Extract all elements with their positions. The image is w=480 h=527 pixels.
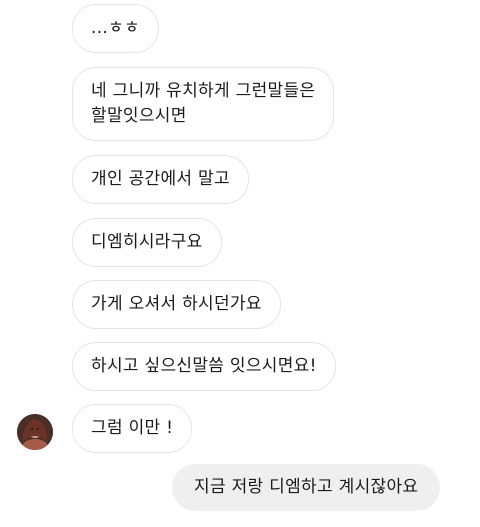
message-text: ...ㅎㅎ bbox=[91, 18, 140, 38]
message-bubble-incoming[interactable]: 개인 공간에서 말고 bbox=[72, 155, 249, 204]
message-bubble-incoming[interactable]: 하시고 싶으신말씀 잇으시면요! bbox=[72, 342, 336, 391]
message-bubble-incoming[interactable]: 네 그니까 유치하게 그런말들은 할말잇으시면 bbox=[72, 67, 335, 141]
message-text: 지금 저랑 디엠하고 계시잖아요 bbox=[194, 477, 419, 497]
message-text: 가게 오셔서 하시던가요 bbox=[91, 294, 262, 314]
message-text: 네 그니까 유치하게 그런말들은 bbox=[91, 81, 316, 101]
message-text: 할말잇으시면 bbox=[91, 106, 187, 126]
message-text: 그럼 이만 ! bbox=[91, 418, 174, 438]
avatar-icon bbox=[17, 414, 53, 450]
sender-avatar[interactable] bbox=[17, 414, 53, 450]
message-text: 개인 공간에서 말고 bbox=[91, 169, 230, 189]
message-bubble-incoming[interactable]: 가게 오셔서 하시던가요 bbox=[72, 280, 281, 329]
message-text: 디엠히시라구요 bbox=[91, 232, 203, 252]
message-thread: ...ㅎㅎ 네 그니까 유치하게 그런말들은 할말잇으시면 개인 공간에서 말고… bbox=[0, 0, 480, 527]
message-text: 하시고 싶으신말씀 잇으시면요! bbox=[91, 356, 317, 376]
message-bubble-incoming[interactable]: 디엠히시라구요 bbox=[72, 218, 222, 267]
message-bubble-outgoing[interactable]: 지금 저랑 디엠하고 계시잖아요 bbox=[172, 464, 441, 511]
message-bubble-incoming[interactable]: 그럼 이만 ! bbox=[72, 404, 193, 453]
message-bubble-incoming[interactable]: ...ㅎㅎ bbox=[72, 4, 159, 53]
